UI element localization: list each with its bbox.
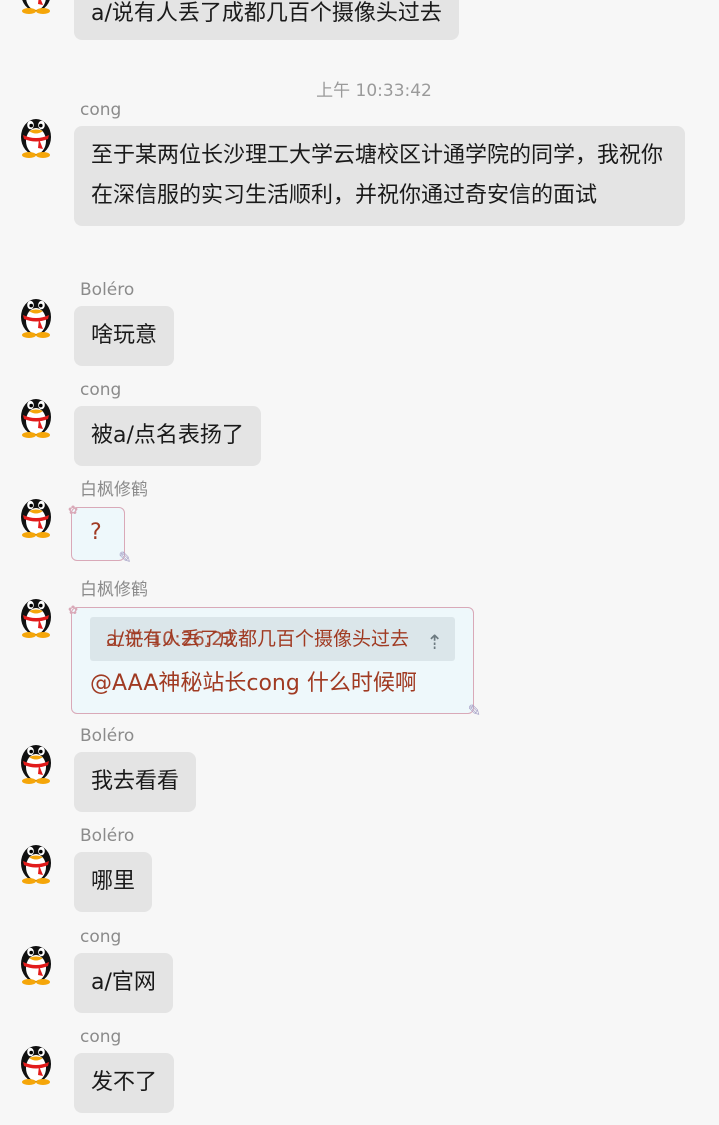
timestamp: 上午 10:33:42 xyxy=(316,81,432,101)
message-text: @AAA神秘站长cong 什么时候啊 xyxy=(90,671,417,696)
avatar[interactable] xyxy=(14,290,58,338)
sender-name: 白枫修鹤 xyxy=(80,480,148,500)
qq-penguin-icon xyxy=(14,0,58,18)
bubble-corner-icon: ✿ xyxy=(68,503,79,517)
sender-name: Boléro xyxy=(80,826,135,846)
message-bubble[interactable]: ✿ a/说有人丢了成都几百个摄像头过去 上午 10:26:22 ⇡ @AAA神秘… xyxy=(68,603,481,719)
qq-penguin-icon xyxy=(14,946,58,989)
message-bubble[interactable]: 我去看看 xyxy=(74,752,197,812)
bubble-decoration-icon: ✎ xyxy=(118,548,132,567)
message-bubble[interactable]: ✿ ? ✎ xyxy=(68,503,132,566)
avatar[interactable] xyxy=(14,490,58,538)
message-text: a/说有人丢了成都几百个摄像头过去 xyxy=(91,1,442,26)
message-text: 啥玩意 xyxy=(91,323,158,348)
bubble-decoration-icon: ✎ xyxy=(467,701,482,720)
message-text: a/官网 xyxy=(91,970,156,995)
avatar[interactable] xyxy=(14,390,58,438)
message-text: 我去看看 xyxy=(91,769,180,794)
message-text: 被a/点名表扬了 xyxy=(91,423,244,448)
avatar[interactable] xyxy=(14,590,58,638)
sender-name: 白枫修鹤 xyxy=(80,580,148,600)
message-bubble[interactable]: 哪里 xyxy=(74,852,153,912)
avatar[interactable] xyxy=(14,110,58,158)
bubble-corner-icon: ✿ xyxy=(68,603,79,617)
sender-name: Boléro xyxy=(80,726,135,746)
chat-window: a/说有人丢了成都几百个摄像头过去 上午 10:33:42 cong 至于某两位… xyxy=(0,0,719,1125)
qq-penguin-icon xyxy=(14,845,58,888)
avatar[interactable] xyxy=(14,1037,58,1085)
avatar[interactable] xyxy=(14,736,58,784)
sender-name: cong xyxy=(80,100,122,120)
message-text: 哪里 xyxy=(91,869,136,894)
message-text: 至于某两位长沙理工大学云塘校区计通学院的同学，我祝你在深信服的实习生活顺利，并祝… xyxy=(91,143,664,208)
avatar[interactable] xyxy=(14,836,58,884)
qq-penguin-icon xyxy=(14,119,58,162)
message-bubble[interactable]: 被a/点名表扬了 xyxy=(74,406,261,466)
quoted-timestamp: 上午 10:26:22 xyxy=(106,628,236,650)
quoted-message[interactable]: a/说有人丢了成都几百个摄像头过去 上午 10:26:22 ⇡ xyxy=(90,617,456,664)
message-text: 发不了 xyxy=(91,1070,158,1095)
message-text: ? xyxy=(90,520,102,545)
qq-penguin-icon xyxy=(14,599,58,642)
sender-name: cong xyxy=(80,380,122,400)
sender-name: Boléro xyxy=(80,280,135,300)
message-bubble[interactable]: 啥玩意 xyxy=(74,306,175,366)
message-bubble[interactable]: a/说有人丢了成都几百个摄像头过去 xyxy=(74,0,459,40)
sender-name: cong xyxy=(80,1027,122,1047)
jump-to-quote-icon[interactable]: ⇡ xyxy=(426,620,443,664)
avatar[interactable] xyxy=(14,0,58,14)
avatar[interactable] xyxy=(14,937,58,985)
qq-penguin-icon xyxy=(14,499,58,542)
qq-penguin-icon xyxy=(14,745,58,788)
message-bubble[interactable]: 至于某两位长沙理工大学云塘校区计通学院的同学，我祝你在深信服的实习生活顺利，并祝… xyxy=(74,126,685,226)
qq-penguin-icon xyxy=(14,1046,58,1089)
qq-penguin-icon xyxy=(14,399,58,442)
sender-name: cong xyxy=(80,927,122,947)
message-bubble[interactable]: 发不了 xyxy=(74,1053,175,1113)
message-bubble[interactable]: a/官网 xyxy=(74,953,173,1013)
qq-penguin-icon xyxy=(14,299,58,342)
